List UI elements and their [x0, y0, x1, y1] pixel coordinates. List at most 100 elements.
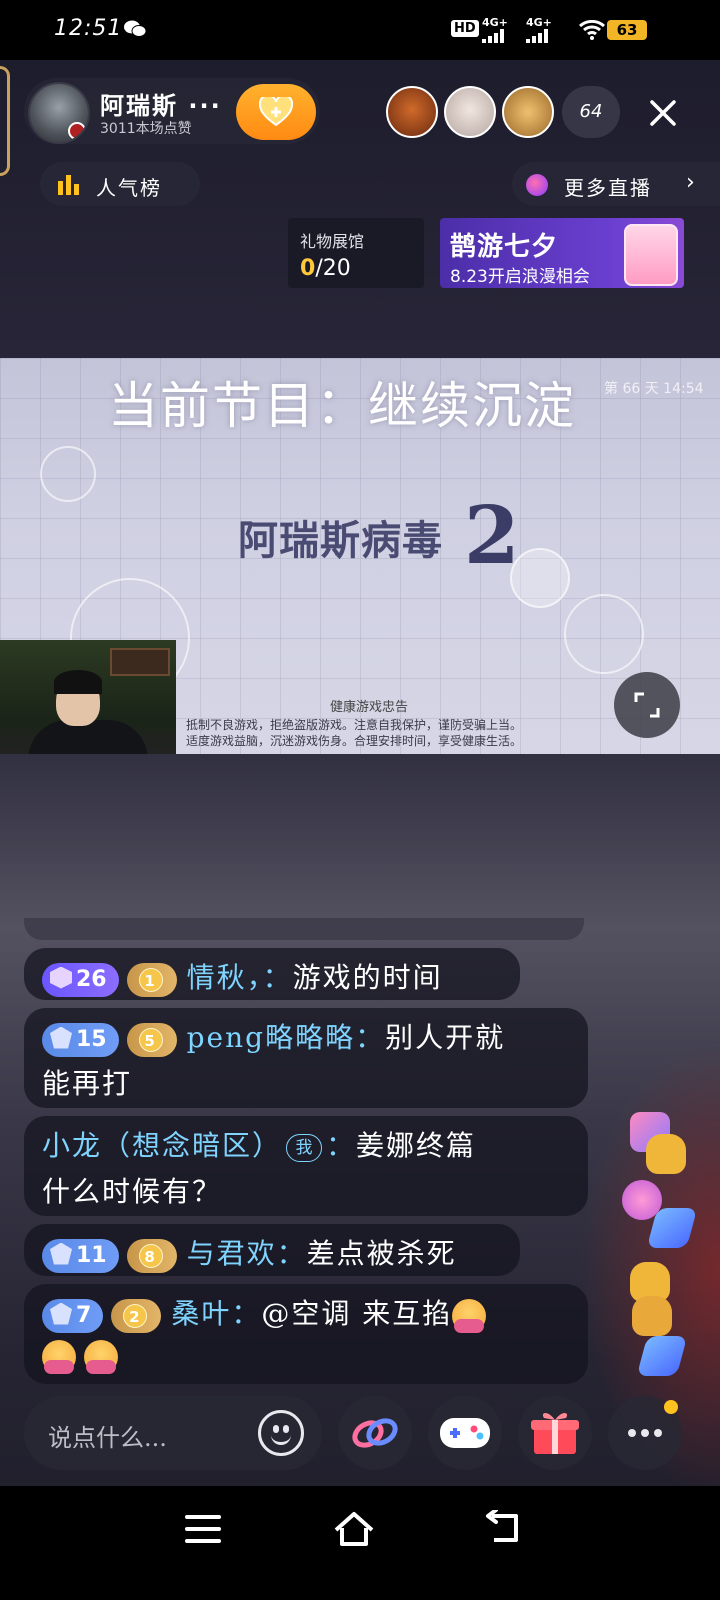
viewer-avatar[interactable] [502, 86, 554, 138]
banner-subtitle: 8.23开启浪漫相会 [450, 267, 590, 287]
hug-emoji-icon [452, 1298, 487, 1333]
chat-message[interactable]: 小龙（想念暗区）我：姜娜终篇 什么时候有？ [24, 1116, 588, 1216]
gift-button[interactable] [518, 1396, 592, 1470]
qixi-event-banner[interactable]: 鹊游七夕 8.23开启浪漫相会 [440, 218, 684, 288]
system-nav-bar [0, 1486, 720, 1600]
thumbs-up-icon [646, 1134, 686, 1174]
host-subtitle: 3011本场点赞 [100, 121, 192, 137]
chat-line: 什么时候有？ [42, 1175, 223, 1208]
chat-text: 差点被杀死 [306, 1237, 457, 1270]
love-card-icon [624, 224, 678, 286]
wechat-icon [124, 20, 146, 37]
battery-icon: 63 [607, 20, 647, 40]
chat-line: 11 8 与君欢：差点被杀死 [42, 1232, 457, 1273]
hug-emoji-icon [42, 1339, 76, 1374]
current-program: 当前节目：继续沉淀 [108, 377, 576, 435]
fan-badge: 2 [111, 1298, 162, 1333]
streamer-camera[interactable] [0, 640, 176, 754]
chat-line [42, 1338, 126, 1374]
chat-username: 小龙（想念暗区） [42, 1129, 283, 1162]
host-avatar[interactable] [28, 82, 90, 144]
user-level-badge: 15 [42, 1022, 119, 1057]
chevron-right-icon: › [686, 170, 695, 195]
banner-title: 鹊游七夕 [450, 232, 559, 262]
chat-message[interactable]: 11 8 与君欢：差点被杀死 [24, 1224, 520, 1276]
viewer-count[interactable]: 64 [562, 86, 620, 138]
close-icon[interactable] [640, 90, 686, 136]
link-button[interactable] [338, 1396, 412, 1470]
user-level-badge: 11 [42, 1238, 119, 1273]
health-notice-line: 适度游戏益脑，沉迷游戏伤身。合理安排时间，享受健康生活。 [186, 734, 523, 748]
more-live-button[interactable]: 更多直播 › [512, 162, 720, 206]
chat-text: 姜娜终篇 [356, 1129, 477, 1162]
game-day-time: 第 66 天 14:54 [604, 381, 704, 397]
fan-badge: 1 [126, 962, 177, 997]
avatar-badge-icon [68, 122, 86, 140]
viewer-avatar[interactable] [444, 86, 496, 138]
notification-dot [664, 1400, 678, 1414]
chat-line: 26 1 情秋，：游戏的时间 [42, 956, 443, 997]
thumbs-up-icon [632, 1296, 672, 1336]
chat-text: 游戏的时间 [292, 961, 443, 994]
status-time: 12:51 [54, 16, 123, 41]
fan-badge: 8 [126, 1238, 177, 1273]
popularity-rank-button[interactable]: 人气榜 [40, 162, 200, 206]
bar-chart-icon [58, 175, 79, 195]
game-button[interactable] [428, 1396, 502, 1470]
comment-placeholder: 说点什么... [48, 1424, 167, 1452]
chat-line: 能再打 [42, 1067, 133, 1100]
rank-label: 人气榜 [96, 176, 162, 200]
health-notice-title: 健康游戏忠告 [330, 700, 409, 715]
fullscreen-button[interactable] [614, 672, 680, 738]
chat-username: 桑叶 [171, 1297, 232, 1330]
emoji-icon[interactable] [258, 1410, 304, 1456]
health-notice-line: 抵制不良游戏，拒绝盗版游戏。注意自我保护，谨防受骗上当。 [186, 718, 523, 732]
home-icon[interactable] [332, 1508, 376, 1548]
comment-input[interactable]: 说点什么... [24, 1396, 322, 1470]
diamond-gem-icon [50, 1302, 72, 1325]
aim-ring [564, 594, 644, 674]
user-level-badge: 26 [42, 962, 119, 997]
chat-username: 情秋， [186, 961, 263, 994]
live-video[interactable]: 当前节目：继续沉淀 第 66 天 14:54 阿瑞斯病毒 2 健康游戏忠告 抵制… [0, 358, 720, 754]
live-planet-icon [526, 174, 548, 196]
game-number: 2 [464, 488, 520, 582]
chat-text: @空调 来互掐 [261, 1297, 453, 1330]
gamepad-icon [440, 1418, 490, 1448]
gift-hall-card[interactable]: 礼物展馆 0/20 [288, 218, 424, 288]
chat-line: 7 2 桑叶：@空调 来互掐 [42, 1292, 494, 1333]
gift-hall-count: 0/20 [300, 256, 351, 281]
menu-icon[interactable] [184, 1512, 222, 1546]
streamer-body [28, 720, 148, 754]
gift-icon [531, 1413, 579, 1454]
chat-line: 15 5 peng略略略：别人开就 [42, 1016, 505, 1057]
signal-icon: 4G+ [482, 16, 508, 43]
hexagon-gem-icon [50, 966, 72, 989]
back-icon[interactable] [484, 1510, 524, 1546]
status-bar: 12:51 HD 4G+ 4G+ 63 [0, 0, 720, 60]
left-edge-frame [0, 66, 10, 176]
chat-username: 与君欢 [186, 1237, 277, 1270]
chat-message[interactable]: 7 2 桑叶：@空调 来互掐 [24, 1284, 588, 1384]
follow-button[interactable] [236, 84, 316, 140]
fullscreen-icon [634, 692, 660, 718]
chat-line: 小龙（想念暗区）我：姜娜终篇 [42, 1129, 477, 1162]
diamond-gem-icon [50, 1242, 72, 1265]
more-live-label: 更多直播 [564, 176, 652, 200]
viewer-avatar[interactable] [386, 86, 438, 138]
signal-icon: 4G+ [526, 16, 552, 43]
gift-hall-title: 礼物展馆 [300, 232, 365, 251]
me-tag: 我 [286, 1133, 323, 1162]
background-shelf [110, 648, 170, 676]
hug-emoji-icon [84, 1339, 118, 1374]
streamer-hair [54, 670, 102, 694]
wifi-icon [579, 20, 605, 40]
chat-message[interactable]: 26 1 情秋，：游戏的时间 [24, 948, 520, 1000]
diamond-gem-icon [50, 1026, 72, 1049]
user-level-badge: 7 [42, 1298, 104, 1333]
chat-username: peng略略略 [186, 1021, 356, 1054]
chat-message[interactable]: 15 5 peng略略略：别人开就 能再打 [24, 1008, 588, 1108]
host-name[interactable]: 阿瑞斯 ··· [100, 86, 222, 121]
fan-badge: 5 [126, 1022, 177, 1057]
game-title: 阿瑞斯病毒 [238, 518, 443, 564]
